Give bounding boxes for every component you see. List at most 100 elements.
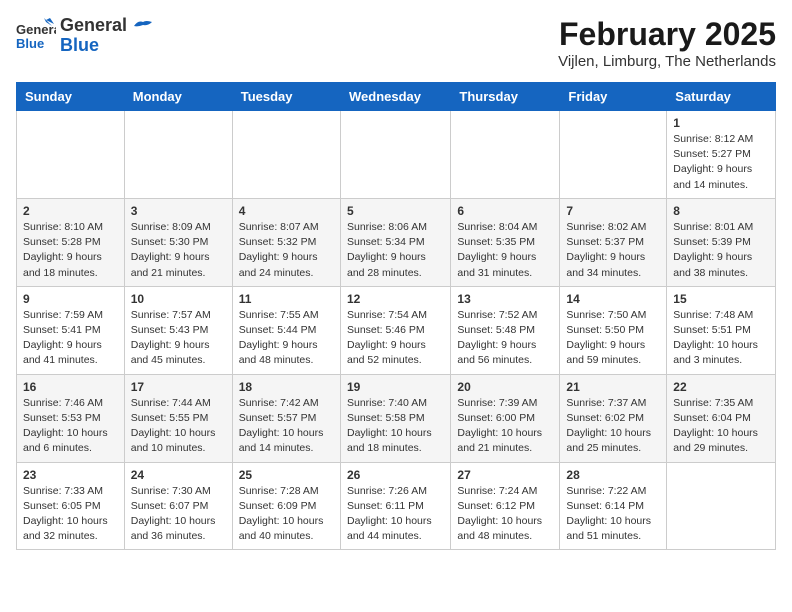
day-number: 25 bbox=[239, 468, 334, 482]
calendar-cell: 7 Sunrise: 8:02 AM Sunset: 5:37 PM Daylig… bbox=[560, 198, 667, 286]
calendar-week-2: 2 Sunrise: 8:10 AM Sunset: 5:28 PM Daylig… bbox=[17, 198, 776, 286]
calendar-cell: 1 Sunrise: 8:12 AM Sunset: 5:27 PM Daylig… bbox=[667, 111, 776, 199]
day-number: 8 bbox=[673, 204, 769, 218]
day-number: 12 bbox=[347, 292, 444, 306]
day-info: Sunrise: 8:09 AM Sunset: 5:30 PM Dayligh… bbox=[131, 220, 226, 281]
calendar-week-4: 16Sunrise: 7:46 AM Sunset: 5:53 PM Dayli… bbox=[17, 374, 776, 462]
calendar-cell: 20Sunrise: 7:39 AM Sunset: 6:00 PM Dayli… bbox=[451, 374, 560, 462]
calendar-cell: 11 Sunrise: 7:55 AM Sunset: 5:44 PM Dayli… bbox=[232, 286, 340, 374]
day-number: 18 bbox=[239, 380, 334, 394]
calendar-week-1: 1 Sunrise: 8:12 AM Sunset: 5:27 PM Daylig… bbox=[17, 111, 776, 199]
day-info: Sunrise: 7:37 AM Sunset: 6:02 PM Dayligh… bbox=[566, 396, 660, 457]
day-info: Sunrise: 7:52 AM Sunset: 5:48 PM Dayligh… bbox=[457, 308, 553, 369]
day-info: Sunrise: 7:42 AM Sunset: 5:57 PM Dayligh… bbox=[239, 396, 334, 457]
calendar-cell: 6 Sunrise: 8:04 AM Sunset: 5:35 PM Daylig… bbox=[451, 198, 560, 286]
calendar-cell: 18 Sunrise: 7:42 AM Sunset: 5:57 PM Dayli… bbox=[232, 374, 340, 462]
day-number: 11 bbox=[239, 292, 334, 306]
calendar-cell: 24 Sunrise: 7:30 AM Sunset: 6:07 PM Dayli… bbox=[124, 462, 232, 550]
column-header-tuesday: Tuesday bbox=[232, 83, 340, 111]
column-header-thursday: Thursday bbox=[451, 83, 560, 111]
day-info: Sunrise: 7:33 AM Sunset: 6:05 PM Dayligh… bbox=[23, 484, 118, 545]
day-info: Sunrise: 7:54 AM Sunset: 5:46 PM Dayligh… bbox=[347, 308, 444, 369]
calendar-week-3: 9 Sunrise: 7:59 AM Sunset: 5:41 PM Daylig… bbox=[17, 286, 776, 374]
calendar-cell: 10 Sunrise: 7:57 AM Sunset: 5:43 PM Dayli… bbox=[124, 286, 232, 374]
calendar-cell: 27Sunrise: 7:24 AM Sunset: 6:12 PM Dayli… bbox=[451, 462, 560, 550]
calendar-cell: 13 Sunrise: 7:52 AM Sunset: 5:48 PM Dayli… bbox=[451, 286, 560, 374]
day-number: 9 bbox=[23, 292, 118, 306]
logo: General Blue General Blue bbox=[16, 16, 154, 56]
calendar-cell: 17Sunrise: 7:44 AM Sunset: 5:55 PM Dayli… bbox=[124, 374, 232, 462]
day-info: Sunrise: 7:57 AM Sunset: 5:43 PM Dayligh… bbox=[131, 308, 226, 369]
day-number: 15 bbox=[673, 292, 769, 306]
calendar-cell bbox=[667, 462, 776, 550]
calendar-cell: 15Sunrise: 7:48 AM Sunset: 5:51 PM Dayli… bbox=[667, 286, 776, 374]
calendar-cell: 19 Sunrise: 7:40 AM Sunset: 5:58 PM Dayli… bbox=[340, 374, 450, 462]
day-info: Sunrise: 7:28 AM Sunset: 6:09 PM Dayligh… bbox=[239, 484, 334, 545]
location: Vijlen, Limburg, The Netherlands bbox=[558, 53, 776, 70]
day-info: Sunrise: 8:04 AM Sunset: 5:35 PM Dayligh… bbox=[457, 220, 553, 281]
calendar-cell: 26Sunrise: 7:26 AM Sunset: 6:11 PM Dayli… bbox=[340, 462, 450, 550]
calendar-cell: 4Sunrise: 8:07 AM Sunset: 5:32 PM Daylig… bbox=[232, 198, 340, 286]
day-info: Sunrise: 7:30 AM Sunset: 6:07 PM Dayligh… bbox=[131, 484, 226, 545]
day-number: 19 bbox=[347, 380, 444, 394]
calendar-cell: 14 Sunrise: 7:50 AM Sunset: 5:50 PM Dayli… bbox=[560, 286, 667, 374]
day-number: 5 bbox=[347, 204, 444, 218]
day-number: 26 bbox=[347, 468, 444, 482]
calendar-cell bbox=[560, 111, 667, 199]
calendar-cell: 16Sunrise: 7:46 AM Sunset: 5:53 PM Dayli… bbox=[17, 374, 125, 462]
calendar-cell: 5 Sunrise: 8:06 AM Sunset: 5:34 PM Daylig… bbox=[340, 198, 450, 286]
day-number: 13 bbox=[457, 292, 553, 306]
column-header-monday: Monday bbox=[124, 83, 232, 111]
calendar-cell bbox=[451, 111, 560, 199]
column-header-saturday: Saturday bbox=[667, 83, 776, 111]
column-header-wednesday: Wednesday bbox=[340, 83, 450, 111]
calendar-table: SundayMondayTuesdayWednesdayThursdayFrid… bbox=[16, 82, 776, 550]
day-info: Sunrise: 8:01 AM Sunset: 5:39 PM Dayligh… bbox=[673, 220, 769, 281]
day-info: Sunrise: 8:02 AM Sunset: 5:37 PM Dayligh… bbox=[566, 220, 660, 281]
day-number: 10 bbox=[131, 292, 226, 306]
column-header-friday: Friday bbox=[560, 83, 667, 111]
day-number: 21 bbox=[566, 380, 660, 394]
title-block: February 2025 Vijlen, Limburg, The Nethe… bbox=[558, 16, 776, 70]
calendar-cell: 8 Sunrise: 8:01 AM Sunset: 5:39 PM Daylig… bbox=[667, 198, 776, 286]
day-number: 24 bbox=[131, 468, 226, 482]
calendar-cell: 28 Sunrise: 7:22 AM Sunset: 6:14 PM Dayli… bbox=[560, 462, 667, 550]
calendar-cell bbox=[17, 111, 125, 199]
day-info: Sunrise: 8:10 AM Sunset: 5:28 PM Dayligh… bbox=[23, 220, 118, 281]
day-number: 3 bbox=[131, 204, 226, 218]
day-info: Sunrise: 7:22 AM Sunset: 6:14 PM Dayligh… bbox=[566, 484, 660, 545]
calendar-week-5: 23 Sunrise: 7:33 AM Sunset: 6:05 PM Dayli… bbox=[17, 462, 776, 550]
day-number: 6 bbox=[457, 204, 553, 218]
day-info: Sunrise: 7:50 AM Sunset: 5:50 PM Dayligh… bbox=[566, 308, 660, 369]
day-info: Sunrise: 7:40 AM Sunset: 5:58 PM Dayligh… bbox=[347, 396, 444, 457]
bird-icon bbox=[132, 18, 154, 34]
day-number: 1 bbox=[673, 116, 769, 130]
calendar-cell bbox=[124, 111, 232, 199]
calendar-cell: 22Sunrise: 7:35 AM Sunset: 6:04 PM Dayli… bbox=[667, 374, 776, 462]
calendar-cell bbox=[232, 111, 340, 199]
day-number: 7 bbox=[566, 204, 660, 218]
logo-icon: General Blue bbox=[16, 16, 56, 56]
column-header-sunday: Sunday bbox=[17, 83, 125, 111]
day-info: Sunrise: 7:55 AM Sunset: 5:44 PM Dayligh… bbox=[239, 308, 334, 369]
day-info: Sunrise: 8:06 AM Sunset: 5:34 PM Dayligh… bbox=[347, 220, 444, 281]
calendar-cell: 9 Sunrise: 7:59 AM Sunset: 5:41 PM Daylig… bbox=[17, 286, 125, 374]
day-number: 2 bbox=[23, 204, 118, 218]
day-number: 17 bbox=[131, 380, 226, 394]
logo-general-text: General bbox=[60, 16, 154, 36]
page-header: General Blue General Blue February 2025 … bbox=[16, 16, 776, 70]
day-info: Sunrise: 7:59 AM Sunset: 5:41 PM Dayligh… bbox=[23, 308, 118, 369]
calendar-cell: 23 Sunrise: 7:33 AM Sunset: 6:05 PM Dayli… bbox=[17, 462, 125, 550]
day-number: 14 bbox=[566, 292, 660, 306]
month-title: February 2025 bbox=[558, 16, 776, 53]
logo-blue-text: Blue bbox=[60, 36, 154, 56]
day-info: Sunrise: 8:12 AM Sunset: 5:27 PM Dayligh… bbox=[673, 132, 769, 193]
day-number: 23 bbox=[23, 468, 118, 482]
calendar-cell: 21 Sunrise: 7:37 AM Sunset: 6:02 PM Dayli… bbox=[560, 374, 667, 462]
day-number: 28 bbox=[566, 468, 660, 482]
day-number: 20 bbox=[457, 380, 553, 394]
svg-text:Blue: Blue bbox=[16, 36, 44, 51]
calendar-cell: 12 Sunrise: 7:54 AM Sunset: 5:46 PM Dayli… bbox=[340, 286, 450, 374]
calendar-cell: 2 Sunrise: 8:10 AM Sunset: 5:28 PM Daylig… bbox=[17, 198, 125, 286]
calendar-cell: 25 Sunrise: 7:28 AM Sunset: 6:09 PM Dayli… bbox=[232, 462, 340, 550]
